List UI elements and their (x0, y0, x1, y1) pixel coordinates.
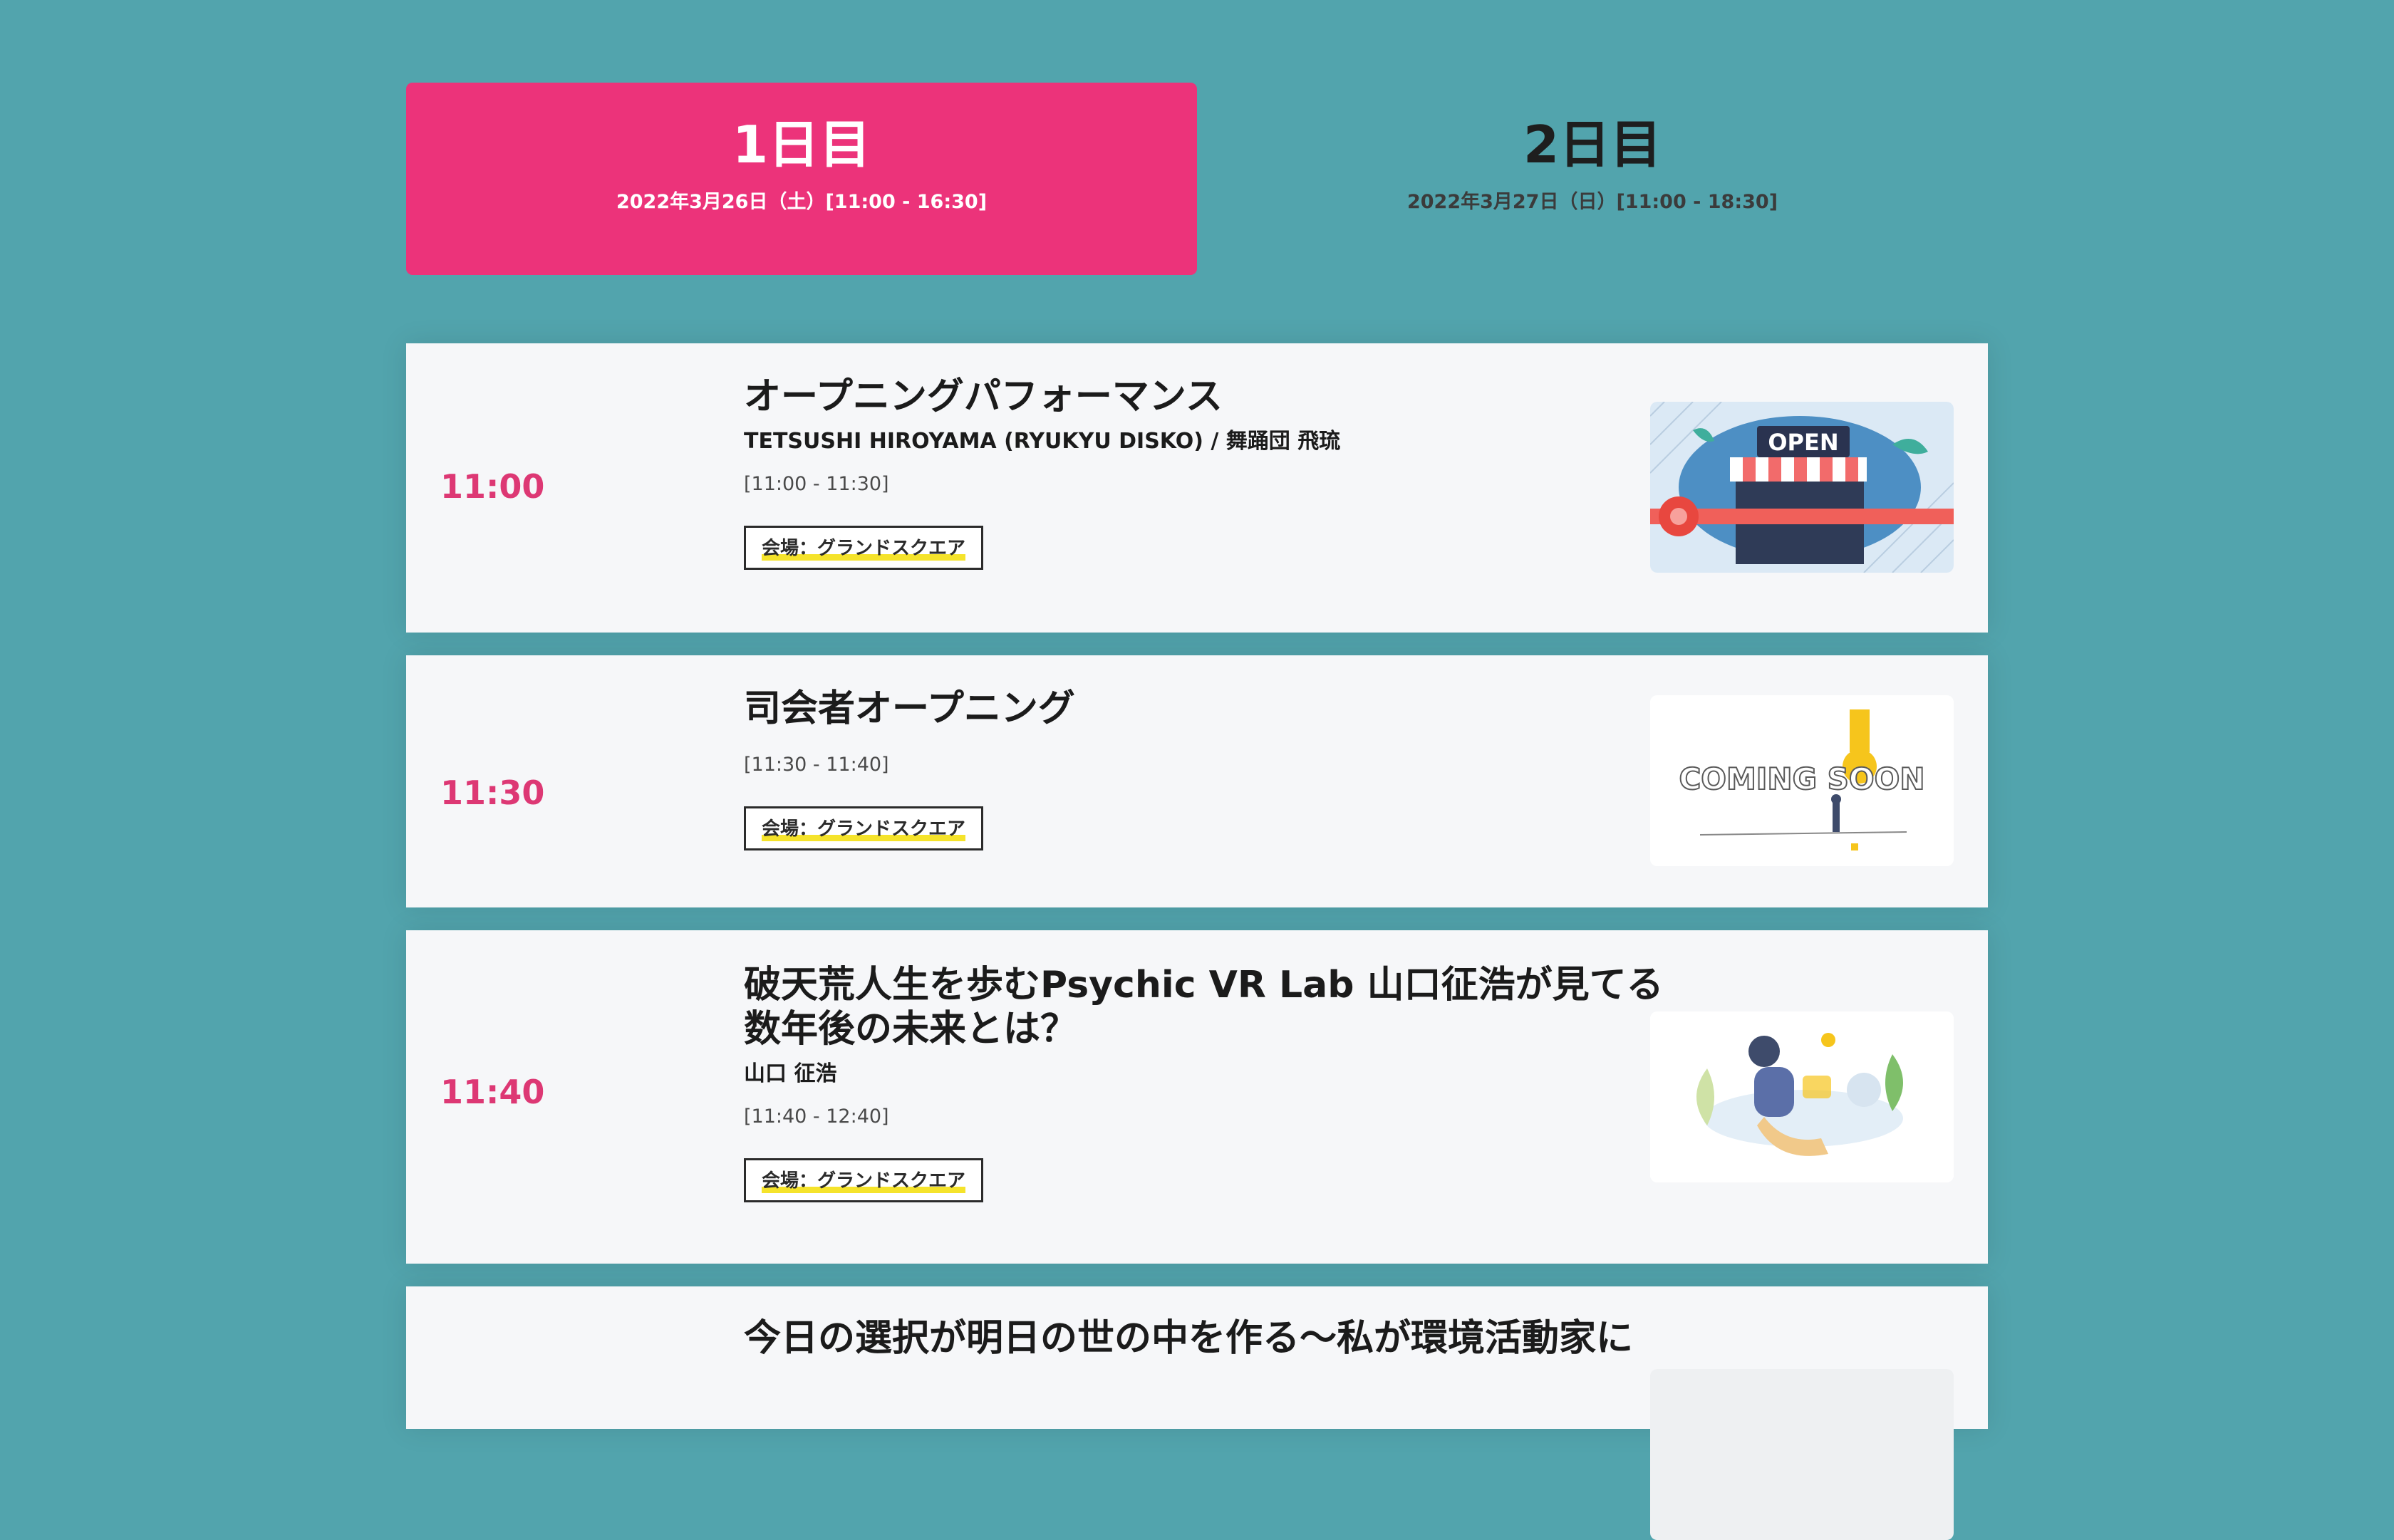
venue-label: 会場：グランドスクエア (762, 1170, 966, 1194)
session-card: 今日の選択が明日の世の中を作る〜私が環境活動家に (406, 1286, 1988, 1540)
session-time: 11:00 (440, 467, 545, 506)
venue-label: 会場：グランドスクエア (762, 818, 966, 842)
venue-tag[interactable]: 会場：グランドスクエア (744, 526, 984, 570)
tab-day-1-title: 1日目 (732, 115, 871, 175)
tab-day-2[interactable]: 2日目 2022年3月27日（日）[11:00 - 18:30] (1197, 83, 1988, 275)
tab-day-2-date: 2022年3月27日（日）[11:00 - 18:30] (1406, 191, 1778, 213)
session-card: 11:00 オープニングパフォーマンス TETSUSHI HIROYAMA (R… (406, 343, 1988, 633)
session-body: 今日の選択が明日の世の中を作る〜私が環境活動家に (744, 1316, 2048, 1360)
session-thumbnail[interactable]: COMING SOON (1650, 695, 1954, 866)
coming-soon-illustration: COMING SOON (1650, 695, 1954, 866)
open-storefront-illustration: OPEN (1650, 402, 1954, 573)
session-title: 今日の選択が明日の世の中を作る〜私が環境活動家に (744, 1317, 1634, 1360)
svg-text:OPEN: OPEN (1768, 429, 1838, 456)
tab-day-1[interactable]: 1日目 2022年3月26日（土）[11:00 - 16:30] (406, 83, 1197, 275)
session-time: 11:30 (440, 774, 545, 812)
session-title-line-1: 破天荒人生を歩むPsychic VR Lab 山口征浩が見てる (744, 964, 1664, 1006)
session-thumbnail[interactable]: OPEN (1650, 402, 1954, 573)
session-card: 11:40 破天荒人生を歩むPsychic VR Lab 山口征浩が見てる 数年… (406, 930, 1988, 1264)
vr-headset-illustration (1650, 1011, 1954, 1182)
venue-tag[interactable]: 会場：グランドスクエア (744, 806, 984, 850)
day-tabs: 1日目 2022年3月26日（土）[11:00 - 16:30] 2日目 202… (406, 83, 1988, 275)
session-thumbnail[interactable] (1650, 1369, 1954, 1540)
session-time: 11:40 (440, 1073, 545, 1111)
venue-tag[interactable]: 会場：グランドスクエア (744, 1158, 984, 1202)
svg-text:COMING SOON: COMING SOON (1679, 761, 1924, 796)
tab-day-1-date: 2022年3月26日（土）[11:00 - 16:30] (616, 191, 988, 213)
venue-label: 会場：グランドスクエア (762, 538, 966, 561)
session-thumbnail[interactable] (1650, 1011, 1954, 1182)
tab-day-2-title: 2日目 (1523, 115, 1662, 175)
session-card: 11:30 司会者オープニング [11:30 - 11:40] 会場：グランドス… (406, 655, 1988, 907)
